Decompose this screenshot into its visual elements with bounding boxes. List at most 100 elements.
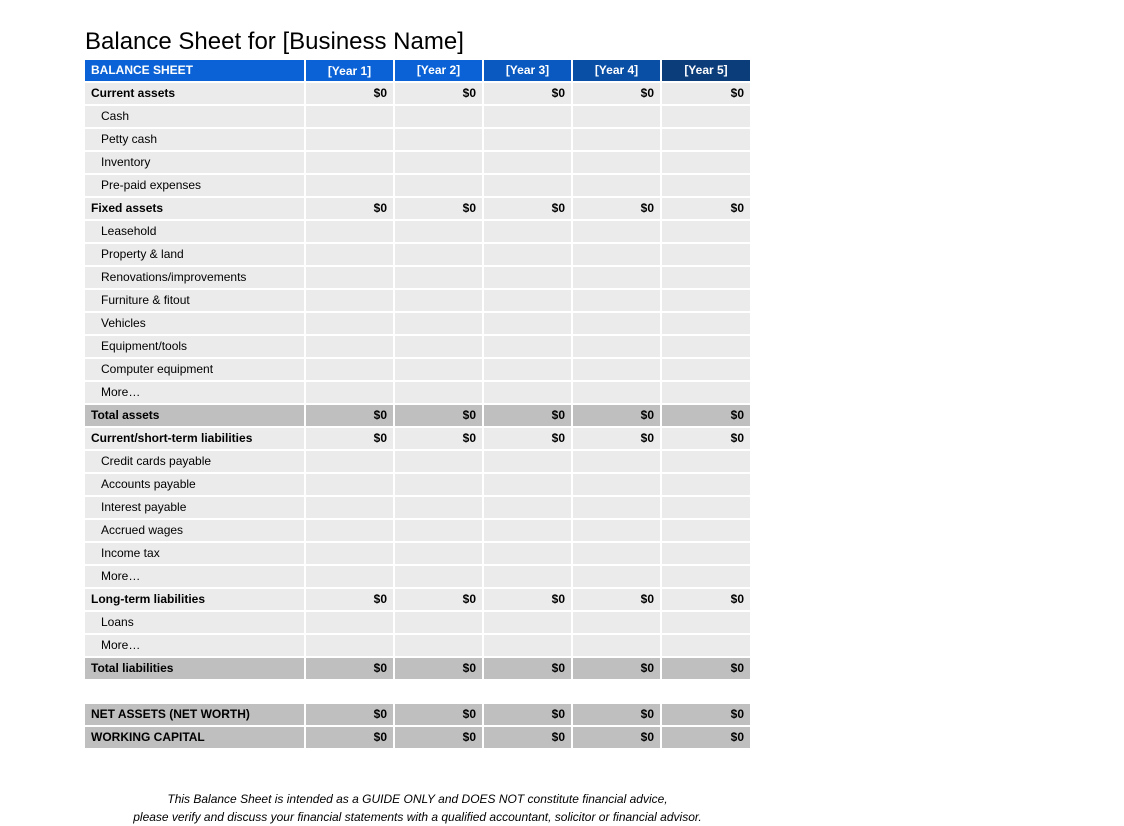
cell-value[interactable]: $0 [394, 197, 483, 220]
cell-value[interactable] [483, 220, 572, 243]
cell-value[interactable]: $0 [483, 657, 572, 680]
cell-value[interactable]: $0 [394, 82, 483, 105]
cell-value[interactable] [483, 565, 572, 588]
cell-value[interactable] [572, 496, 661, 519]
cell-value[interactable] [305, 542, 394, 565]
cell-value[interactable] [394, 105, 483, 128]
cell-value[interactable]: $0 [305, 197, 394, 220]
cell-value[interactable]: $0 [483, 82, 572, 105]
cell-value[interactable] [305, 289, 394, 312]
cell-value[interactable] [394, 266, 483, 289]
cell-value[interactable] [483, 542, 572, 565]
cell-value[interactable] [572, 243, 661, 266]
cell-value[interactable] [394, 358, 483, 381]
cell-value[interactable] [572, 519, 661, 542]
cell-value[interactable] [572, 565, 661, 588]
cell-value[interactable] [661, 473, 750, 496]
cell-value[interactable] [572, 381, 661, 404]
cell-value[interactable] [661, 105, 750, 128]
cell-value[interactable] [394, 542, 483, 565]
cell-value[interactable]: $0 [661, 82, 750, 105]
cell-value[interactable]: $0 [305, 82, 394, 105]
cell-value[interactable] [661, 611, 750, 634]
cell-value[interactable] [483, 473, 572, 496]
cell-value[interactable] [305, 128, 394, 151]
cell-value[interactable] [483, 634, 572, 657]
cell-value[interactable] [483, 496, 572, 519]
cell-value[interactable] [661, 151, 750, 174]
cell-value[interactable] [305, 266, 394, 289]
cell-value[interactable] [572, 151, 661, 174]
cell-value[interactable]: $0 [572, 726, 661, 749]
cell-value[interactable]: $0 [661, 703, 750, 726]
cell-value[interactable] [483, 266, 572, 289]
cell-value[interactable] [305, 312, 394, 335]
cell-value[interactable] [661, 266, 750, 289]
cell-value[interactable] [483, 243, 572, 266]
cell-value[interactable]: $0 [483, 726, 572, 749]
cell-value[interactable] [394, 289, 483, 312]
cell-value[interactable] [572, 634, 661, 657]
cell-value[interactable] [572, 473, 661, 496]
cell-value[interactable] [661, 450, 750, 473]
cell-value[interactable] [305, 473, 394, 496]
cell-value[interactable]: $0 [305, 703, 394, 726]
cell-value[interactable]: $0 [572, 657, 661, 680]
cell-value[interactable]: $0 [572, 588, 661, 611]
cell-value[interactable] [572, 220, 661, 243]
cell-value[interactable] [661, 496, 750, 519]
cell-value[interactable] [394, 473, 483, 496]
cell-value[interactable]: $0 [305, 427, 394, 450]
cell-value[interactable] [572, 542, 661, 565]
cell-value[interactable] [572, 128, 661, 151]
cell-value[interactable] [305, 519, 394, 542]
cell-value[interactable] [483, 450, 572, 473]
cell-value[interactable] [572, 450, 661, 473]
cell-value[interactable] [305, 105, 394, 128]
cell-value[interactable] [394, 634, 483, 657]
cell-value[interactable]: $0 [572, 82, 661, 105]
cell-value[interactable]: $0 [305, 404, 394, 427]
cell-value[interactable] [305, 496, 394, 519]
cell-value[interactable] [661, 220, 750, 243]
cell-value[interactable] [483, 105, 572, 128]
cell-value[interactable] [394, 381, 483, 404]
cell-value[interactable] [305, 450, 394, 473]
cell-value[interactable]: $0 [483, 588, 572, 611]
cell-value[interactable]: $0 [661, 726, 750, 749]
cell-value[interactable] [394, 174, 483, 197]
cell-value[interactable] [483, 312, 572, 335]
cell-value[interactable] [661, 289, 750, 312]
cell-value[interactable] [572, 335, 661, 358]
cell-value[interactable]: $0 [572, 197, 661, 220]
cell-value[interactable] [572, 358, 661, 381]
cell-value[interactable] [661, 243, 750, 266]
cell-value[interactable] [572, 289, 661, 312]
cell-value[interactable] [394, 519, 483, 542]
cell-value[interactable] [661, 519, 750, 542]
cell-value[interactable]: $0 [661, 657, 750, 680]
cell-value[interactable] [483, 174, 572, 197]
cell-value[interactable] [305, 381, 394, 404]
cell-value[interactable]: $0 [394, 588, 483, 611]
cell-value[interactable]: $0 [661, 427, 750, 450]
cell-value[interactable] [572, 105, 661, 128]
cell-value[interactable]: $0 [572, 703, 661, 726]
cell-value[interactable] [572, 266, 661, 289]
cell-value[interactable]: $0 [305, 657, 394, 680]
cell-value[interactable] [394, 243, 483, 266]
cell-value[interactable] [661, 174, 750, 197]
cell-value[interactable] [305, 243, 394, 266]
cell-value[interactable] [661, 542, 750, 565]
cell-value[interactable] [394, 611, 483, 634]
cell-value[interactable] [661, 358, 750, 381]
cell-value[interactable] [483, 358, 572, 381]
cell-value[interactable] [394, 220, 483, 243]
cell-value[interactable] [305, 634, 394, 657]
cell-value[interactable] [661, 335, 750, 358]
cell-value[interactable]: $0 [661, 197, 750, 220]
cell-value[interactable] [483, 519, 572, 542]
cell-value[interactable] [305, 611, 394, 634]
cell-value[interactable] [483, 151, 572, 174]
cell-value[interactable] [661, 381, 750, 404]
